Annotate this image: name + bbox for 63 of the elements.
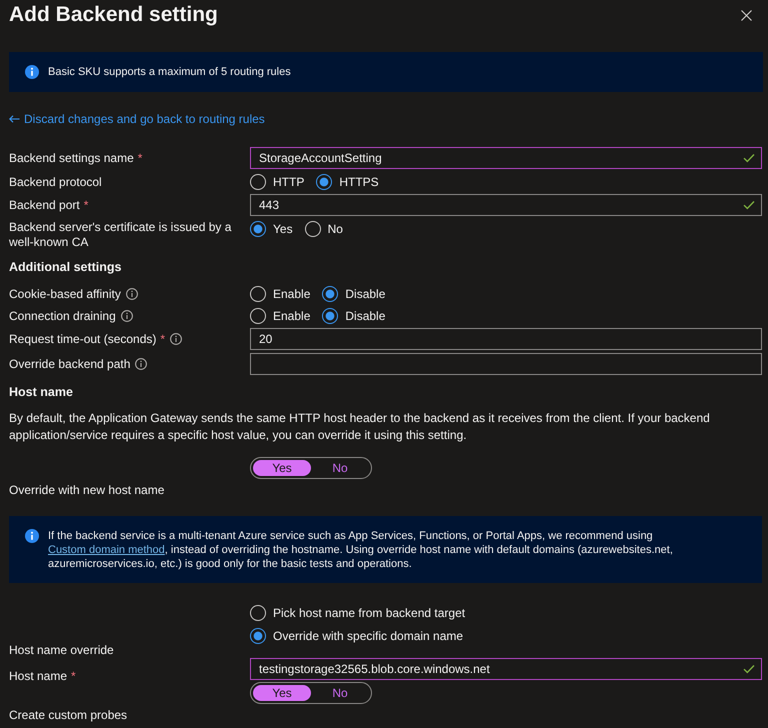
section-heading: Additional settings bbox=[9, 260, 122, 274]
text-field[interactable]: StorageAccountSetting bbox=[250, 147, 762, 169]
field-label: Host name override bbox=[9, 643, 114, 657]
radio-button[interactable] bbox=[250, 286, 266, 302]
option-label[interactable]: Enable bbox=[273, 287, 310, 301]
custom-domain-link[interactable]: Custom domain method bbox=[48, 544, 165, 556]
option-label[interactable]: HTTPS bbox=[339, 175, 379, 189]
radio-button[interactable] bbox=[250, 308, 266, 324]
field-label: Host name bbox=[9, 669, 68, 684]
field-value: 443 bbox=[259, 198, 280, 212]
option-label[interactable]: Disable bbox=[345, 287, 386, 301]
option-label[interactable]: Pick host name from backend target bbox=[273, 606, 466, 620]
radio-button[interactable] bbox=[322, 286, 338, 302]
field-label: Override backend path bbox=[9, 356, 130, 372]
option-label[interactable]: No bbox=[328, 222, 343, 236]
radio-button[interactable] bbox=[250, 174, 266, 190]
info-icon bbox=[25, 529, 39, 543]
option-label[interactable]: Enable bbox=[273, 309, 310, 323]
yes-no-toggle[interactable]: Yes No bbox=[250, 682, 372, 704]
text-field[interactable]: 443 bbox=[250, 194, 762, 216]
option-label[interactable]: Yes bbox=[273, 222, 293, 236]
text-field[interactable] bbox=[250, 353, 762, 375]
required-mark: * bbox=[84, 198, 88, 212]
field-label: Backend settings name bbox=[9, 150, 134, 166]
info-icon bbox=[25, 65, 39, 79]
option-label[interactable]: HTTP bbox=[273, 175, 304, 189]
required-mark: * bbox=[160, 332, 166, 346]
field-label: Backend protocol bbox=[9, 174, 102, 190]
field-label: Connection draining bbox=[9, 308, 116, 324]
field-value: 20 bbox=[259, 332, 272, 346]
radio-button[interactable] bbox=[250, 221, 266, 237]
close-icon[interactable] bbox=[741, 10, 752, 20]
field-label: Create custom probes bbox=[9, 708, 128, 722]
yes-no-toggle[interactable]: Yes No bbox=[250, 457, 372, 479]
field-label: Backend port bbox=[9, 198, 80, 212]
radio-button[interactable] bbox=[250, 628, 266, 644]
text-field[interactable]: 20 bbox=[250, 328, 762, 350]
field-label: Cookie-based affinity bbox=[9, 286, 121, 302]
toggle-option[interactable]: No bbox=[311, 460, 369, 476]
toggle-option[interactable]: Yes bbox=[253, 685, 311, 701]
field-label: Backend server's certificate is issued by a well-known CA bbox=[9, 220, 232, 250]
description-text: By default, the Application Gateway sends the same HTTP host header to the backend as it receives from the client. If your backend application/service requires a specific host value, you can override it using this setting. bbox=[9, 410, 711, 444]
field-label: Override with new host name bbox=[9, 483, 166, 497]
option-label[interactable]: Disable bbox=[345, 309, 386, 323]
field-value: testingstorage32565.blob.core.windows.net bbox=[259, 662, 490, 676]
radio-button[interactable] bbox=[250, 605, 266, 621]
radio-button[interactable] bbox=[316, 174, 332, 190]
required-mark: * bbox=[71, 669, 76, 684]
radio-button[interactable] bbox=[322, 308, 338, 324]
field-label: Request time-out (seconds) bbox=[9, 332, 156, 346]
arrow-left-icon bbox=[9, 115, 20, 123]
banner-text: If the backend service is a multi-tenant Azure service such as App Services, Functions, or Portal Apps, we recommend using Custom domain method, instead of overriding the hostname. Using override host name with default domains (azurewebsites.net, azuremicroservices.io, etc.) is good only for the basic tests and operations. bbox=[48, 529, 674, 571]
text-field[interactable]: testingstorage32565.blob.core.windows.net bbox=[250, 658, 762, 680]
required-mark: * bbox=[138, 150, 142, 166]
field-value: StorageAccountSetting bbox=[259, 151, 382, 165]
back-link[interactable]: Discard changes and go back to routing rules bbox=[9, 112, 265, 126]
banner-text: Basic SKU supports a maximum of 5 routing rules bbox=[48, 66, 291, 78]
option-label[interactable]: Override with specific domain name bbox=[273, 629, 464, 643]
toggle-option[interactable]: No bbox=[311, 685, 369, 701]
panel-title: Add Backend setting bbox=[9, 2, 218, 28]
toggle-option[interactable]: Yes bbox=[253, 460, 311, 476]
radio-button[interactable] bbox=[304, 221, 321, 237]
section-heading: Host name bbox=[9, 385, 74, 399]
